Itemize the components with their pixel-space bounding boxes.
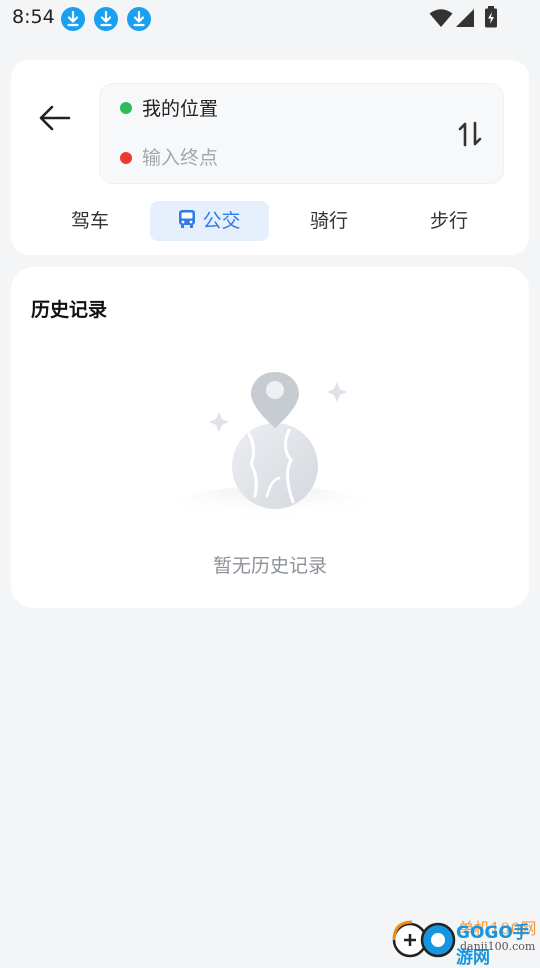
download-icon: [94, 7, 118, 31]
download-icon: [61, 7, 85, 31]
tab-drive[interactable]: 驾车: [31, 201, 149, 241]
status-bar: 8:54: [0, 0, 540, 38]
tab-bike-label: 骑行: [309, 210, 348, 232]
start-location-field[interactable]: 我的位置: [142, 94, 218, 121]
arrow-left-icon: [39, 105, 71, 131]
swap-vertical-icon: [458, 121, 482, 147]
tab-transit-label: 公交: [202, 210, 241, 232]
watermark: 单机100网 GOGO手游网 danji100.com: [390, 914, 540, 968]
signal-icon: [456, 9, 474, 27]
travel-mode-tabs: 驾车 公交 骑行 步行: [11, 201, 529, 241]
status-time: 8:54: [12, 6, 55, 28]
tab-drive-label: 驾车: [70, 210, 109, 232]
tab-walk[interactable]: 步行: [390, 201, 508, 241]
empty-history-text: 暂无历史记录: [212, 555, 327, 577]
route-input-box: 我的位置: [99, 83, 504, 184]
gamepad-logo-icon: [392, 920, 456, 958]
swap-button[interactable]: [455, 119, 485, 149]
route-card: 我的位置 驾车 公交 骑行 步行: [11, 60, 529, 255]
history-card: 历史记录 暂无历史记录: [11, 267, 529, 608]
tab-bike[interactable]: 骑行: [270, 201, 388, 241]
bus-icon: [179, 210, 196, 228]
empty-globe-illustration: [171, 372, 371, 530]
end-dot: [120, 152, 132, 164]
destination-input[interactable]: [142, 144, 422, 172]
battery-icon: [485, 6, 497, 28]
history-title: 历史记录: [31, 299, 108, 321]
back-button[interactable]: [36, 98, 76, 138]
wifi-icon: [429, 9, 453, 27]
tab-transit[interactable]: 公交: [150, 201, 269, 241]
tab-walk-label: 步行: [429, 210, 468, 232]
download-icon: [127, 7, 151, 31]
start-dot: [120, 102, 132, 114]
watermark-url: danji100.com: [460, 940, 536, 953]
